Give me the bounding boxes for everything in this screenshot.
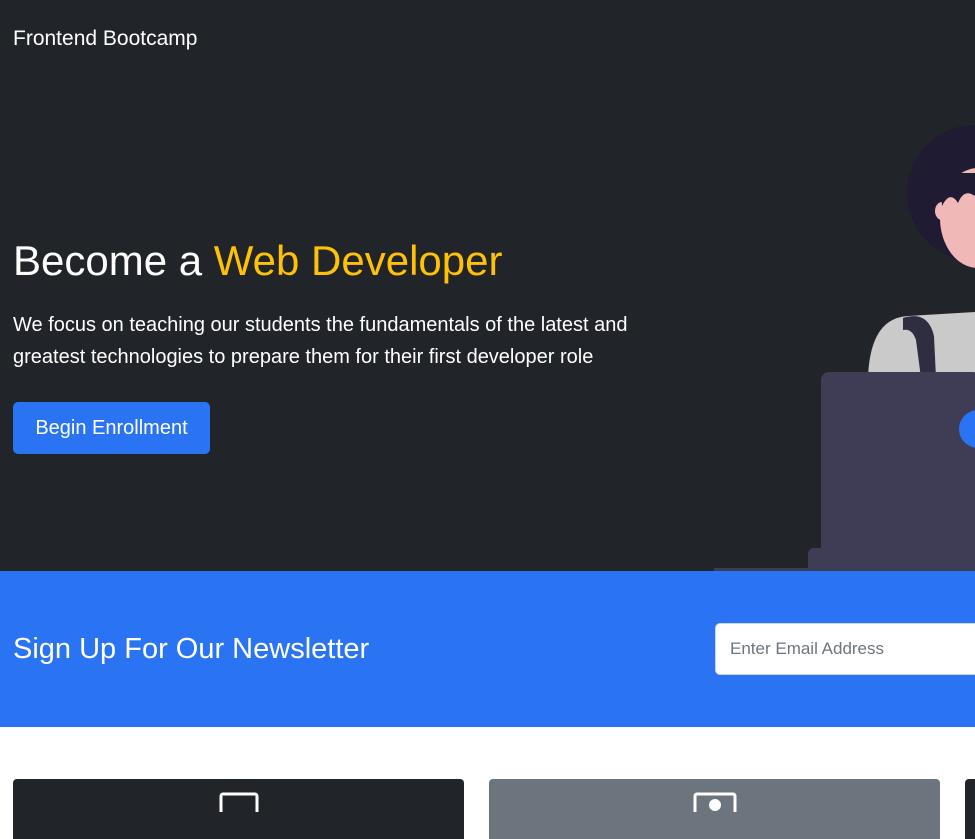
card-partial <box>965 779 975 839</box>
laptop <box>714 372 975 571</box>
person-face <box>935 168 975 268</box>
boxes-section <box>0 727 975 839</box>
hero-section: Become a Web Developer We focus on teach… <box>0 78 975 571</box>
person-icon <box>693 792 736 812</box>
developer-illustration <box>714 125 975 571</box>
newsletter-title: Sign Up For Our Newsletter <box>13 633 370 665</box>
laptop-icon <box>219 792 258 812</box>
newsletter-section: Sign Up For Our Newsletter <box>0 571 975 727</box>
card-person <box>489 779 940 839</box>
email-input[interactable] <box>715 623 975 675</box>
hero-title: Become a Web Developer <box>13 234 503 288</box>
hero-title-prefix: Become a <box>13 237 214 284</box>
hero-title-accent: Web Developer <box>213 237 503 284</box>
navbar-brand[interactable]: Frontend Bootcamp <box>13 26 197 52</box>
person-body <box>868 312 975 378</box>
card-laptop <box>13 779 464 839</box>
navbar: Frontend Bootcamp <box>0 0 975 78</box>
hero-lead-text: We focus on teaching our students the fu… <box>13 314 628 368</box>
begin-enrollment-button[interactable]: Begin Enrollment <box>13 402 210 454</box>
